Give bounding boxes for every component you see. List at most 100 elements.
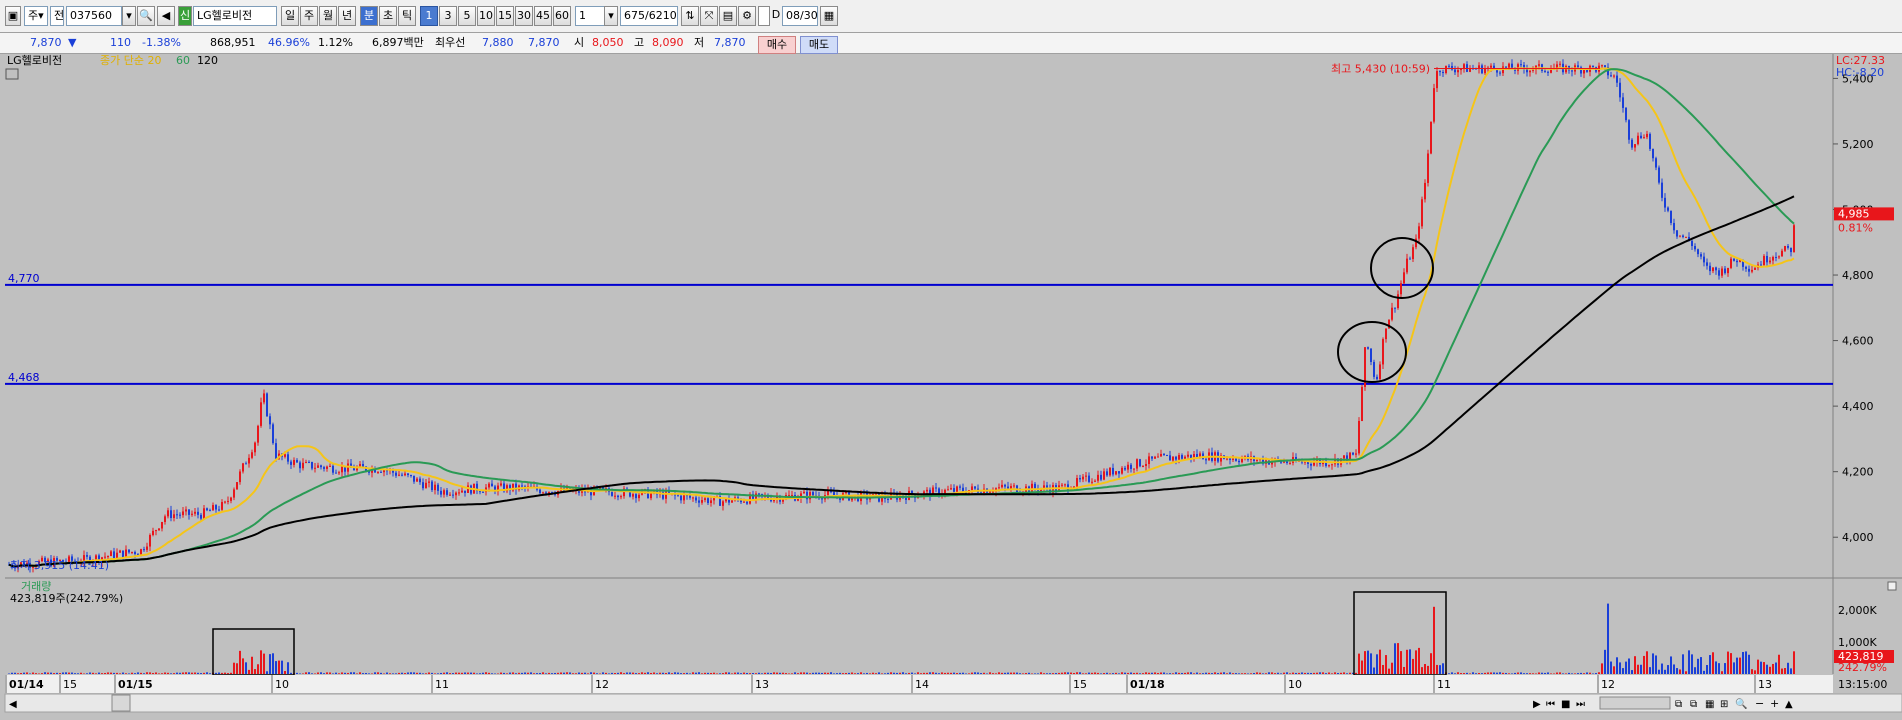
scroll-right-icon[interactable]: ▲ — [1785, 699, 1793, 710]
stop-icon[interactable]: ■ — [1561, 699, 1570, 710]
type-toggle[interactable]: 전 — [50, 6, 64, 26]
volume-bar — [1301, 672, 1303, 674]
date-input[interactable]: 08/30 — [782, 6, 818, 26]
candle-body — [680, 495, 682, 501]
save-icon[interactable]: ▤ — [719, 6, 737, 26]
code-input[interactable]: 037560 — [66, 6, 122, 26]
volume-bar — [1052, 673, 1054, 674]
volume-bar — [713, 672, 715, 674]
candle-body — [1577, 65, 1579, 68]
volume-bar — [1175, 672, 1177, 674]
date-value: 08/30 — [786, 9, 818, 22]
interval-60-button[interactable]: 60 — [553, 6, 571, 26]
volume-bar — [335, 672, 337, 674]
interval-dropdown-icon[interactable]: ▾ — [604, 6, 618, 26]
zoom-out-icon[interactable]: − — [1755, 697, 1764, 710]
volume-bar — [1676, 668, 1678, 674]
zoom-in-icon[interactable]: + — [1770, 697, 1779, 710]
volume-bar — [368, 673, 370, 674]
window-menu-icon[interactable]: ▣ — [5, 6, 21, 26]
volume-bar — [1640, 664, 1642, 674]
d-checkbox[interactable] — [758, 6, 770, 26]
volume-bar — [44, 672, 46, 674]
interval-1-button[interactable]: 1 — [420, 6, 438, 26]
code-dropdown-icon[interactable]: ▾ — [122, 6, 136, 26]
volume-bar — [1076, 672, 1078, 674]
candle-body — [179, 514, 181, 516]
volume-bar — [1658, 669, 1660, 674]
calendar-icon[interactable]: ▦ — [820, 6, 838, 26]
volume-bar — [11, 672, 13, 674]
volume-bar — [1079, 672, 1081, 674]
candle-body — [305, 461, 307, 463]
candle-body — [1712, 267, 1714, 272]
volume-bar — [191, 672, 193, 674]
buy-button[interactable]: 매수 — [758, 36, 796, 54]
volume-bar — [884, 673, 886, 674]
volume-bar — [68, 672, 70, 674]
volume-bar — [1391, 662, 1393, 674]
volume-bar — [329, 672, 331, 674]
copy-icon[interactable]: ⧉ — [1675, 699, 1682, 710]
period-tick-button[interactable]: 틱 — [398, 6, 416, 26]
interval-15-button[interactable]: 15 — [496, 6, 514, 26]
fast-forward-icon[interactable]: ⏭ — [1576, 699, 1585, 710]
period-year-button[interactable]: 년 — [338, 6, 356, 26]
volume-bar — [455, 672, 457, 674]
layout-icon[interactable]: ⧉ — [1690, 699, 1697, 710]
rewind-icon[interactable]: ⏮ — [1546, 699, 1555, 710]
period-second-button[interactable]: 초 — [379, 6, 397, 26]
search-icon[interactable]: 🔍 — [137, 6, 155, 26]
candle-body — [1649, 133, 1651, 149]
price-tick-label: 4,600 — [1842, 335, 1874, 348]
candle-body — [116, 552, 118, 559]
candle-body — [1406, 258, 1408, 273]
candle-body — [1772, 257, 1774, 261]
market-select[interactable]: 주▾ — [24, 6, 48, 26]
stock-name-field[interactable]: LG헬로비전 — [193, 6, 277, 26]
period-minute-button[interactable]: 분 — [360, 6, 378, 26]
pref-label: 최우선 — [435, 36, 466, 49]
period-day-button[interactable]: 일 — [281, 6, 299, 26]
volume-bar — [1436, 664, 1438, 674]
scroll-left-icon[interactable]: ◀ — [9, 699, 17, 710]
play-prev-icon[interactable]: ▶ — [1533, 699, 1541, 710]
settings-icon[interactable]: ⚙ — [738, 6, 756, 26]
volume-bar — [1751, 669, 1753, 674]
interval-45-button[interactable]: 45 — [534, 6, 552, 26]
interval-input[interactable]: 1 — [575, 6, 605, 26]
interval-5-button[interactable]: 5 — [458, 6, 476, 26]
candle-body — [1760, 264, 1762, 266]
stock-chart[interactable]: 5,4005,2005,0004,8004,6004,4004,2004,000… — [0, 54, 1902, 720]
candle-tool-icon[interactable]: ⇅ — [681, 6, 699, 26]
candle-body — [956, 486, 958, 492]
volume-bar — [128, 673, 130, 674]
sell-button[interactable]: 매도 — [800, 36, 838, 54]
speaker-icon[interactable]: ◀ — [157, 6, 175, 26]
speed-slider[interactable] — [1599, 696, 1671, 710]
period-week-button[interactable]: 주 — [300, 6, 318, 26]
volume-bar — [782, 672, 784, 674]
drawing-tool-icon[interactable]: ⤧ — [700, 6, 718, 26]
volume-bar — [1106, 672, 1108, 674]
volume-bar — [692, 672, 694, 674]
volume-bar — [1499, 672, 1501, 674]
candle-body — [1724, 268, 1726, 274]
volume-bar — [755, 673, 757, 674]
interval-30-button[interactable]: 30 — [515, 6, 533, 26]
count-input[interactable]: 675/6210 — [620, 6, 678, 26]
interval-3-button[interactable]: 3 — [439, 6, 457, 26]
period-month-button[interactable]: 월 — [319, 6, 337, 26]
zoom-icon[interactable]: 🔍 — [1735, 697, 1747, 710]
volume-bar — [1151, 672, 1153, 674]
candle-body — [1418, 226, 1420, 239]
volume-panel-toggle-icon[interactable] — [1887, 581, 1897, 591]
volume-bar — [146, 672, 148, 674]
volume-bar — [1172, 673, 1174, 674]
volume-bar — [968, 673, 970, 674]
grid-icon[interactable]: ▦ — [1705, 699, 1714, 710]
scale-icon[interactable]: ⊞ — [1720, 699, 1728, 710]
volume-bar — [1346, 673, 1348, 674]
scrollbar-thumb[interactable] — [111, 694, 131, 712]
interval-10-button[interactable]: 10 — [477, 6, 495, 26]
